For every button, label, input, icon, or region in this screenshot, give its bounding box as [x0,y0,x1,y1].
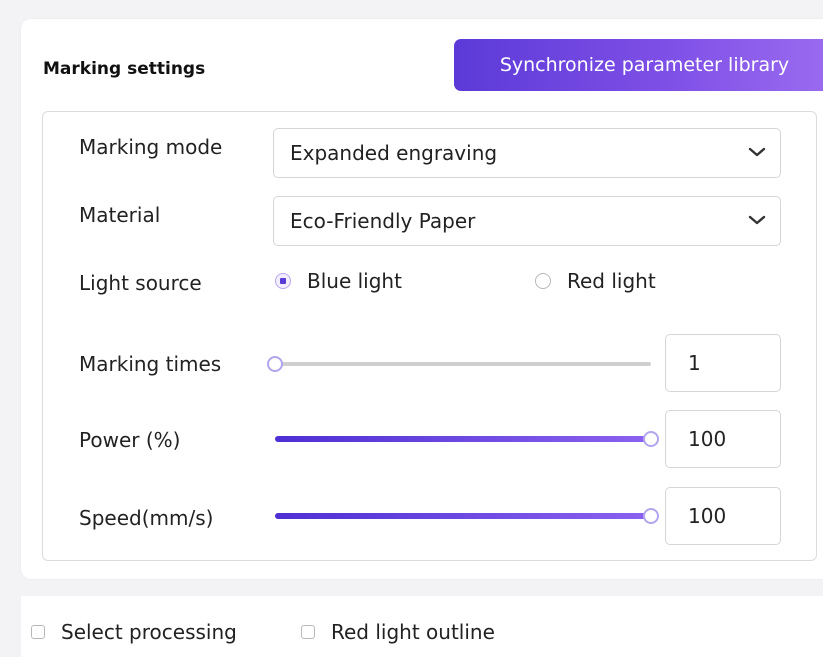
power-slider[interactable] [275,428,659,450]
blue-light-label: Blue light [307,269,402,293]
radio-blue-light[interactable]: Blue light [275,269,402,293]
marking-settings-card: Marking settings Synchronize parameter l… [21,19,823,579]
slider-thumb[interactable] [267,356,283,372]
material-label: Material [79,203,161,227]
marking-times-value: 1 [688,351,701,375]
chevron-down-icon [748,215,766,225]
red-light-outline-label: Red light outline [331,620,495,644]
slider-thumb[interactable] [643,508,659,524]
select-processing-checkbox[interactable]: Select processing [31,620,237,644]
marking-mode-select[interactable]: Expanded engraving [273,128,781,178]
synchronize-parameter-library-button[interactable]: Synchronize parameter library [454,39,823,91]
red-light-outline-checkbox[interactable]: Red light outline [301,620,495,644]
select-processing-label: Select processing [61,620,237,644]
material-value: Eco-Friendly Paper [290,209,476,233]
speed-input[interactable]: 100 [665,487,781,545]
marking-times-label: Marking times [79,352,222,376]
power-input[interactable]: 100 [665,410,781,468]
radio-red-light[interactable]: Red light [535,269,656,293]
slider-track [275,362,651,366]
chevron-down-icon [748,147,766,157]
settings-panel: Marking mode Expanded engraving Material… [42,111,817,561]
checkbox-icon [301,625,315,639]
light-source-label: Light source [79,271,202,295]
marking-mode-value: Expanded engraving [290,141,498,165]
power-label: Power (%) [79,428,181,452]
speed-value: 100 [688,504,727,528]
speed-label: Speed(mm/s) [79,506,214,530]
marking-settings-title: Marking settings [43,59,206,79]
speed-slider[interactable] [275,505,659,527]
marking-mode-label: Marking mode [79,135,223,159]
material-select[interactable]: Eco-Friendly Paper [273,196,781,246]
radio-selected-icon [275,273,291,289]
slider-thumb[interactable] [643,431,659,447]
slider-fill [275,436,651,442]
slider-fill [275,513,651,519]
checkbox-icon [31,625,45,639]
processing-options-bar: Select processing Red light outline [21,596,823,657]
radio-unselected-icon [535,273,551,289]
marking-times-slider[interactable] [267,353,651,375]
red-light-label: Red light [567,269,656,293]
power-value: 100 [688,427,727,451]
marking-times-input[interactable]: 1 [665,334,781,392]
